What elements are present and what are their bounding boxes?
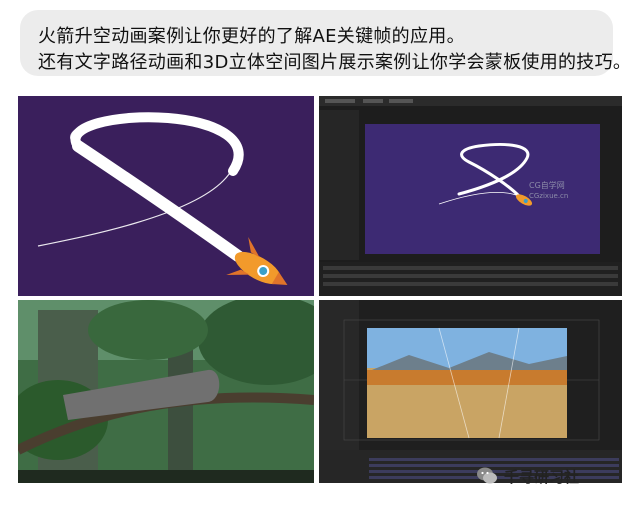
rocket-animation-preview [18,96,314,296]
wechat-icon [477,467,497,484]
ae-3d-window [319,300,622,483]
rocket-scene [18,96,314,296]
wechat-watermark: 千寻研习社 [476,464,579,488]
ae-3d-photo-interface [319,300,622,483]
caption-line-1: 火箭升空动画案例让你更好的了解AE关键帧的应用。 [38,26,465,47]
ae-window [319,96,622,296]
watermark-text: 千寻研习社 [504,467,580,486]
ae-rocket-interface: CG自学网 CGzixue.cn [319,96,622,296]
cgzixue-watermark: CG自学网 [529,181,565,190]
forest-path-preview [18,300,314,483]
forest-scene [18,300,314,483]
caption-line-2: 还有文字路径动画和3D立体空间图片展示案例让你学会蒙板使用的技巧。 [38,52,632,73]
caption-box: 火箭升空动画案例让你更好的了解AE关键帧的应用。 还有文字路径动画和3D立体空间… [20,10,631,76]
cgzixue-url: CGzixue.cn [529,192,569,200]
